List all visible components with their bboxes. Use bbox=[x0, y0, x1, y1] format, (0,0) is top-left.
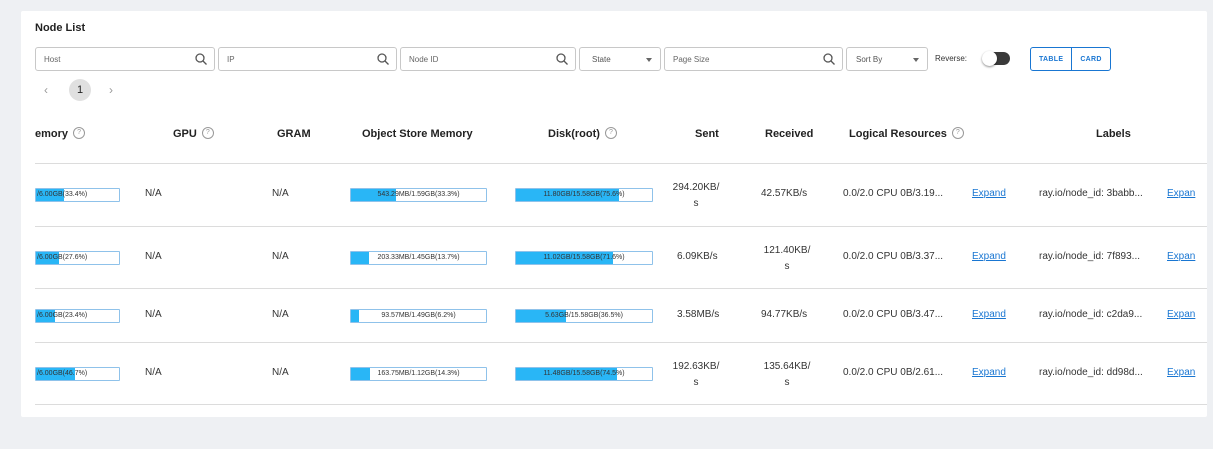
help-icon[interactable]: ? bbox=[951, 127, 964, 140]
memory-usage-text: /6.00GB(33.4%) bbox=[37, 191, 88, 198]
disk-usage-bar: 5.63GB/15.58GB(36.5%) bbox=[515, 309, 653, 323]
disk-usage-text: 11.48GB/15.58GB(74.5%) bbox=[543, 370, 625, 377]
disk-usage-text: 11.02GB/15.58GB(71.6%) bbox=[543, 254, 625, 261]
gram-cell: N/A bbox=[272, 251, 289, 262]
labels-cell: ray.io/node_id: 3babb... bbox=[1039, 188, 1143, 199]
disk-usage-bar: 11.02GB/15.58GB(71.6%) bbox=[515, 251, 653, 265]
logical-resources-cell: 0.0/2.0 CPU 0B/3.37... bbox=[843, 251, 944, 262]
gram-cell: N/A bbox=[272, 309, 289, 320]
expand-logical-link[interactable]: Expand bbox=[972, 251, 1006, 262]
expand-labels-link[interactable]: Expan bbox=[1167, 188, 1195, 199]
object-store-bar: 543.29MB/1.59GB(33.3%) bbox=[350, 188, 487, 202]
object-store-bar: 93.57MB/1.49GB(6.2%) bbox=[350, 309, 487, 323]
gram-cell: N/A bbox=[272, 188, 289, 199]
sent-cell: 294.20KB/ s bbox=[672, 182, 720, 209]
help-icon[interactable]: ? bbox=[201, 127, 214, 140]
col-header-labels: Labels bbox=[1096, 128, 1131, 140]
received-cell: 94.77KB/s bbox=[761, 309, 808, 320]
memory-usage-bar: /6.00GB(46.7%) bbox=[35, 367, 120, 381]
gpu-cell: N/A bbox=[145, 251, 162, 262]
row-divider bbox=[35, 288, 1207, 289]
gpu-cell: N/A bbox=[145, 309, 162, 320]
expand-labels-link[interactable]: Expan bbox=[1167, 309, 1195, 320]
expand-logical-link[interactable]: Expand bbox=[972, 367, 1006, 378]
expand-labels-link[interactable]: Expan bbox=[1167, 367, 1195, 378]
object-store-text: 543.29MB/1.59GB(33.3%) bbox=[377, 191, 460, 198]
col-header-received: Received bbox=[765, 128, 814, 140]
object-store-text: 203.33MB/1.45GB(13.7%) bbox=[377, 254, 460, 261]
expand-logical-link[interactable]: Expand bbox=[972, 309, 1006, 320]
help-icon[interactable]: ? bbox=[604, 127, 617, 140]
col-header-sent: Sent bbox=[695, 128, 719, 140]
logical-resources-cell: 0.0/2.0 CPU 0B/2.61... bbox=[843, 367, 944, 378]
memory-usage-bar: /6.00GB(27.6%) bbox=[35, 251, 120, 265]
expand-logical-link[interactable]: Expand bbox=[972, 188, 1006, 199]
help-icon[interactable]: ? bbox=[73, 127, 86, 140]
logical-resources-cell: 0.0/2.0 CPU 0B/3.47... bbox=[843, 309, 944, 320]
labels-cell: ray.io/node_id: dd98d... bbox=[1039, 367, 1143, 378]
object-store-text: 93.57MB/1.49GB(6.2%) bbox=[381, 312, 456, 319]
memory-usage-bar: /6.00GB(33.4%) bbox=[35, 188, 120, 202]
row-divider bbox=[35, 342, 1207, 343]
sent-cell: 192.63KB/ s bbox=[672, 361, 720, 388]
col-header-disk: Disk(root)? bbox=[548, 127, 617, 140]
expand-labels-link[interactable]: Expan bbox=[1167, 251, 1195, 262]
received-cell: 121.40KB/ s bbox=[763, 245, 811, 272]
received-cell: 42.57KB/s bbox=[761, 188, 808, 199]
gpu-cell: N/A bbox=[145, 367, 162, 378]
labels-cell: ray.io/node_id: c2da9... bbox=[1039, 309, 1143, 320]
col-header-gram: GRAM bbox=[277, 128, 311, 140]
disk-usage-bar: 11.48GB/15.58GB(74.5%) bbox=[515, 367, 653, 381]
col-header-object-store-memory: Object Store Memory bbox=[362, 128, 473, 140]
gpu-cell: N/A bbox=[145, 188, 162, 199]
object-store-text: 163.75MB/1.12GB(14.3%) bbox=[377, 370, 460, 377]
row-divider bbox=[35, 163, 1207, 164]
memory-usage-text: /6.00GB(27.6%) bbox=[37, 254, 88, 261]
object-store-bar: 203.33MB/1.45GB(13.7%) bbox=[350, 251, 487, 265]
row-divider bbox=[35, 226, 1207, 227]
memory-usage-bar: /6.00GB(23.4%) bbox=[35, 309, 120, 323]
node-table: emory? GPU? GRAM Object Store Memory Dis… bbox=[21, 11, 1207, 417]
received-cell: 135.64KB/ s bbox=[763, 361, 811, 388]
row-divider bbox=[35, 404, 1207, 405]
labels-cell: ray.io/node_id: 7f893... bbox=[1039, 251, 1140, 262]
disk-usage-text: 11.80GB/15.58GB(75.6%) bbox=[543, 191, 625, 198]
object-store-bar: 163.75MB/1.12GB(14.3%) bbox=[350, 367, 487, 381]
col-header-memory: emory? bbox=[35, 127, 86, 140]
node-list-panel: Node List State Sort By Reverse: bbox=[21, 11, 1207, 417]
memory-usage-text: /6.00GB(46.7%) bbox=[37, 370, 88, 377]
disk-usage-bar: 11.80GB/15.58GB(75.6%) bbox=[515, 188, 653, 202]
col-header-logical-resources: Logical Resources? bbox=[849, 127, 964, 140]
sent-cell: 3.58MB/s bbox=[677, 309, 720, 320]
logical-resources-cell: 0.0/2.0 CPU 0B/3.19... bbox=[843, 188, 944, 199]
col-header-gpu: GPU? bbox=[173, 127, 214, 140]
memory-usage-text: /6.00GB(23.4%) bbox=[37, 312, 88, 319]
sent-cell: 6.09KB/s bbox=[677, 251, 718, 262]
disk-usage-text: 5.63GB/15.58GB(36.5%) bbox=[545, 312, 623, 319]
gram-cell: N/A bbox=[272, 367, 289, 378]
